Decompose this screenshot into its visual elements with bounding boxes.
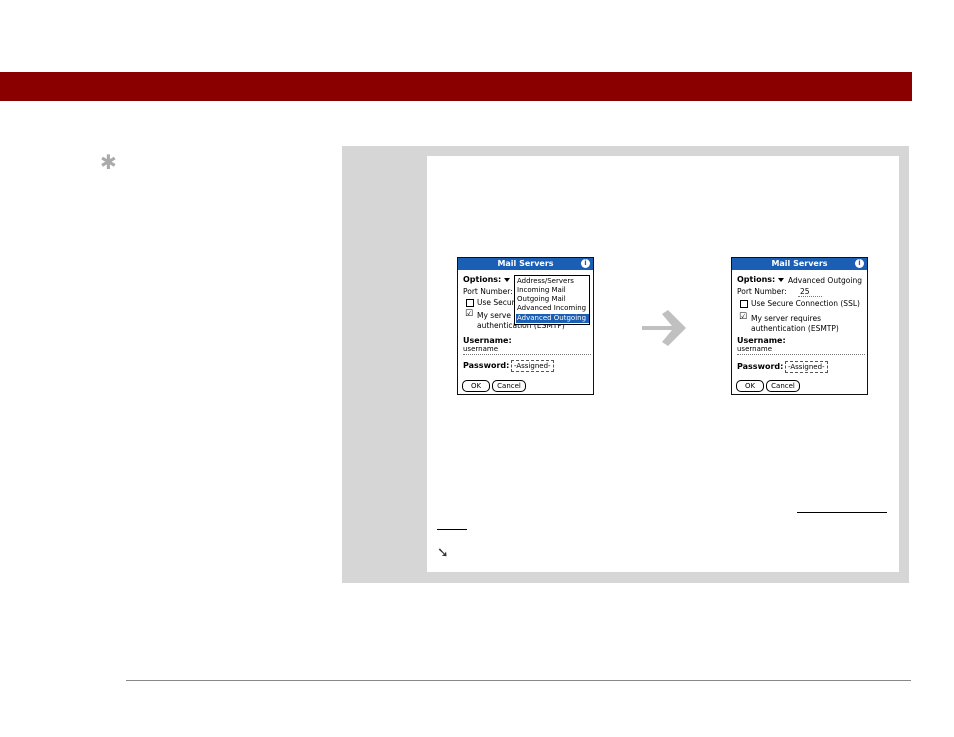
- dropdown-triangle-icon[interactable]: [778, 278, 784, 282]
- link-underline[interactable]: [437, 529, 467, 530]
- ssl-checkbox[interactable]: [740, 300, 748, 308]
- esmtp-checkbox[interactable]: ☑: [465, 310, 473, 319]
- dropdown-item[interactable]: Incoming Mail: [516, 286, 589, 295]
- port-number-field[interactable]: 25: [800, 287, 810, 296]
- options-value[interactable]: Advanced Outgoing: [788, 276, 862, 285]
- screen-title: Mail Servers: [732, 258, 867, 270]
- ssl-label: Use Secure Connection (SSL): [751, 299, 860, 308]
- esmtp-label-line1: My server requires: [751, 314, 821, 323]
- password-label: Password:: [463, 361, 510, 370]
- port-underline: [798, 296, 822, 297]
- dropdown-item[interactable]: Advanced Incoming: [516, 304, 589, 313]
- cancel-button[interactable]: Cancel: [492, 380, 526, 392]
- esmtp-label-line2: authentication (ESMTP): [751, 324, 839, 333]
- port-number-label: Port Number:: [463, 287, 513, 296]
- footer-rule: [126, 680, 911, 681]
- ok-button[interactable]: OK: [736, 380, 764, 392]
- port-number-label: Port Number:: [737, 287, 787, 296]
- dropdown-item[interactable]: Address/Servers: [516, 277, 589, 286]
- dropdown-item[interactable]: Outgoing Mail: [516, 295, 589, 304]
- password-field[interactable]: -Assigned-: [511, 360, 554, 372]
- header-banner: [0, 72, 912, 101]
- ssl-label: Use Secur: [477, 298, 515, 307]
- arrow-right-icon: [642, 310, 686, 346]
- esmtp-checkbox[interactable]: ☑: [739, 313, 747, 322]
- esmtp-label-line1: My serve: [477, 311, 511, 320]
- username-underline: [463, 354, 591, 355]
- mail-servers-screen-advanced-outgoing: Mail Servers i Options: Advanced Outgoin…: [731, 257, 868, 395]
- ssl-checkbox[interactable]: [466, 299, 474, 307]
- username-label: Username:: [737, 336, 786, 345]
- info-icon[interactable]: i: [581, 259, 590, 268]
- username-field[interactable]: username: [463, 345, 498, 354]
- info-icon[interactable]: i: [855, 259, 864, 268]
- username-label: Username:: [463, 336, 512, 345]
- mail-servers-screen-dropdown: Mail Servers i Options: Port Number: Use…: [457, 257, 594, 395]
- dropdown-triangle-icon[interactable]: [504, 278, 510, 282]
- username-underline: [737, 354, 865, 355]
- options-label: Options:: [463, 275, 502, 284]
- link-underline[interactable]: [797, 512, 887, 513]
- password-label: Password:: [737, 362, 784, 371]
- dropdown-item-selected[interactable]: Advanced Outgoing: [516, 314, 589, 323]
- username-field[interactable]: username: [737, 345, 772, 354]
- ok-button[interactable]: OK: [462, 380, 490, 392]
- options-dropdown-list[interactable]: Address/Servers Incoming Mail Outgoing M…: [514, 275, 590, 325]
- password-field[interactable]: -Assigned-: [785, 361, 828, 373]
- arrow-down-right-icon: ➘: [437, 545, 449, 561]
- cancel-button[interactable]: Cancel: [766, 380, 800, 392]
- asterisk-icon: ✱: [100, 150, 117, 174]
- options-label: Options:: [737, 275, 776, 284]
- screen-title: Mail Servers: [458, 258, 593, 270]
